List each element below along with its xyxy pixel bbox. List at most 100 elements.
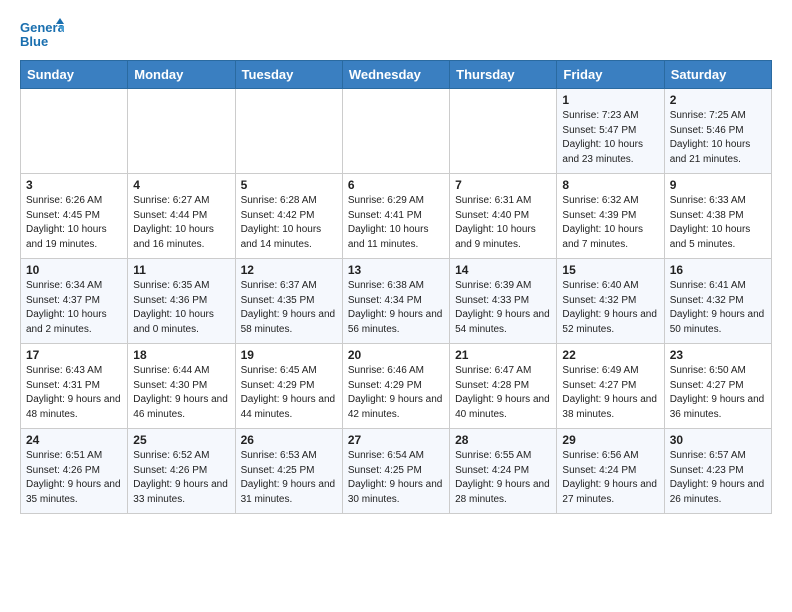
day-number: 17 <box>26 348 122 362</box>
day-number: 20 <box>348 348 444 362</box>
day-cell: 11 Sunrise: 6:35 AM Sunset: 4:36 PM Dayli… <box>128 259 235 344</box>
day-info: Sunrise: 6:31 AM Sunset: 4:40 PM Dayligh… <box>455 194 551 252</box>
day-number: 25 <box>133 433 229 447</box>
day-cell: 17 Sunrise: 6:43 AM Sunset: 4:31 PM Dayli… <box>21 344 128 429</box>
day-number: 24 <box>26 433 122 447</box>
day-number: 30 <box>670 433 766 447</box>
day-number: 15 <box>562 263 658 277</box>
day-number: 14 <box>455 263 551 277</box>
day-number: 5 <box>241 178 337 192</box>
day-number: 6 <box>348 178 444 192</box>
day-cell: 14 Sunrise: 6:39 AM Sunset: 4:33 PM Dayli… <box>450 259 557 344</box>
day-info: Sunrise: 6:37 AM Sunset: 4:35 PM Dayligh… <box>241 279 337 337</box>
day-info: Sunrise: 6:53 AM Sunset: 4:25 PM Dayligh… <box>241 449 337 507</box>
day-cell: 18 Sunrise: 6:44 AM Sunset: 4:30 PM Dayli… <box>128 344 235 429</box>
day-cell <box>342 89 449 174</box>
day-info: Sunrise: 6:56 AM Sunset: 4:24 PM Dayligh… <box>562 449 658 507</box>
day-cell: 15 Sunrise: 6:40 AM Sunset: 4:32 PM Dayli… <box>557 259 664 344</box>
day-cell: 12 Sunrise: 6:37 AM Sunset: 4:35 PM Dayli… <box>235 259 342 344</box>
day-cell <box>235 89 342 174</box>
day-cell: 1 Sunrise: 7:23 AM Sunset: 5:47 PM Daylig… <box>557 89 664 174</box>
day-number: 7 <box>455 178 551 192</box>
weekday-header-wednesday: Wednesday <box>342 61 449 89</box>
day-info: Sunrise: 6:52 AM Sunset: 4:26 PM Dayligh… <box>133 449 229 507</box>
week-row-2: 3 Sunrise: 6:26 AM Sunset: 4:45 PM Daylig… <box>21 174 772 259</box>
weekday-header-thursday: Thursday <box>450 61 557 89</box>
day-cell <box>450 89 557 174</box>
logo-icon: General Blue <box>20 16 64 52</box>
day-number: 12 <box>241 263 337 277</box>
day-number: 23 <box>670 348 766 362</box>
calendar-table: SundayMondayTuesdayWednesdayThursdayFrid… <box>20 60 772 514</box>
day-cell: 20 Sunrise: 6:46 AM Sunset: 4:29 PM Dayli… <box>342 344 449 429</box>
day-info: Sunrise: 6:54 AM Sunset: 4:25 PM Dayligh… <box>348 449 444 507</box>
day-cell: 19 Sunrise: 6:45 AM Sunset: 4:29 PM Dayli… <box>235 344 342 429</box>
day-cell: 23 Sunrise: 6:50 AM Sunset: 4:27 PM Dayli… <box>664 344 771 429</box>
day-info: Sunrise: 6:27 AM Sunset: 4:44 PM Dayligh… <box>133 194 229 252</box>
day-info: Sunrise: 6:39 AM Sunset: 4:33 PM Dayligh… <box>455 279 551 337</box>
day-cell: 27 Sunrise: 6:54 AM Sunset: 4:25 PM Dayli… <box>342 429 449 514</box>
day-number: 18 <box>133 348 229 362</box>
day-info: Sunrise: 6:57 AM Sunset: 4:23 PM Dayligh… <box>670 449 766 507</box>
day-cell: 13Sunrise: 6:38 AM Sunset: 4:34 PM Dayli… <box>342 259 449 344</box>
week-row-1: 1 Sunrise: 7:23 AM Sunset: 5:47 PM Daylig… <box>21 89 772 174</box>
day-cell: 28 Sunrise: 6:55 AM Sunset: 4:24 PM Dayli… <box>450 429 557 514</box>
week-row-3: 10Sunrise: 6:34 AM Sunset: 4:37 PM Dayli… <box>21 259 772 344</box>
day-cell: 30 Sunrise: 6:57 AM Sunset: 4:23 PM Dayli… <box>664 429 771 514</box>
day-info: Sunrise: 6:44 AM Sunset: 4:30 PM Dayligh… <box>133 364 229 422</box>
day-number: 21 <box>455 348 551 362</box>
day-info: Sunrise: 6:50 AM Sunset: 4:27 PM Dayligh… <box>670 364 766 422</box>
day-cell: 16Sunrise: 6:41 AM Sunset: 4:32 PM Dayli… <box>664 259 771 344</box>
weekday-header-tuesday: Tuesday <box>235 61 342 89</box>
day-info: Sunrise: 6:45 AM Sunset: 4:29 PM Dayligh… <box>241 364 337 422</box>
day-info: Sunrise: 6:51 AM Sunset: 4:26 PM Dayligh… <box>26 449 122 507</box>
day-cell: 8 Sunrise: 6:32 AM Sunset: 4:39 PM Daylig… <box>557 174 664 259</box>
day-cell: 6 Sunrise: 6:29 AM Sunset: 4:41 PM Daylig… <box>342 174 449 259</box>
day-info: Sunrise: 6:38 AM Sunset: 4:34 PM Dayligh… <box>348 279 444 337</box>
day-cell: 7 Sunrise: 6:31 AM Sunset: 4:40 PM Daylig… <box>450 174 557 259</box>
weekday-header-sunday: Sunday <box>21 61 128 89</box>
day-number: 26 <box>241 433 337 447</box>
day-cell <box>128 89 235 174</box>
day-number: 4 <box>133 178 229 192</box>
day-number: 28 <box>455 433 551 447</box>
day-info: Sunrise: 6:49 AM Sunset: 4:27 PM Dayligh… <box>562 364 658 422</box>
day-number: 19 <box>241 348 337 362</box>
day-number: 27 <box>348 433 444 447</box>
weekday-header-friday: Friday <box>557 61 664 89</box>
day-info: Sunrise: 6:26 AM Sunset: 4:45 PM Dayligh… <box>26 194 122 252</box>
day-number: 22 <box>562 348 658 362</box>
day-number: 1 <box>562 93 658 107</box>
day-cell: 10Sunrise: 6:34 AM Sunset: 4:37 PM Dayli… <box>21 259 128 344</box>
svg-text:Blue: Blue <box>20 34 48 49</box>
day-number: 9 <box>670 178 766 192</box>
day-info: Sunrise: 7:25 AM Sunset: 5:46 PM Dayligh… <box>670 109 766 167</box>
day-info: Sunrise: 7:23 AM Sunset: 5:47 PM Dayligh… <box>562 109 658 167</box>
day-info: Sunrise: 6:47 AM Sunset: 4:28 PM Dayligh… <box>455 364 551 422</box>
day-number: 8 <box>562 178 658 192</box>
day-info: Sunrise: 6:29 AM Sunset: 4:41 PM Dayligh… <box>348 194 444 252</box>
day-cell: 9 Sunrise: 6:33 AM Sunset: 4:38 PM Daylig… <box>664 174 771 259</box>
day-info: Sunrise: 6:33 AM Sunset: 4:38 PM Dayligh… <box>670 194 766 252</box>
day-info: Sunrise: 6:40 AM Sunset: 4:32 PM Dayligh… <box>562 279 658 337</box>
day-info: Sunrise: 6:41 AM Sunset: 4:32 PM Dayligh… <box>670 279 766 337</box>
day-cell <box>21 89 128 174</box>
day-cell: 3 Sunrise: 6:26 AM Sunset: 4:45 PM Daylig… <box>21 174 128 259</box>
day-info: Sunrise: 6:35 AM Sunset: 4:36 PM Dayligh… <box>133 279 229 337</box>
day-info: Sunrise: 6:32 AM Sunset: 4:39 PM Dayligh… <box>562 194 658 252</box>
weekday-header-monday: Monday <box>128 61 235 89</box>
day-cell: 25 Sunrise: 6:52 AM Sunset: 4:26 PM Dayli… <box>128 429 235 514</box>
day-cell: 4 Sunrise: 6:27 AM Sunset: 4:44 PM Daylig… <box>128 174 235 259</box>
day-cell: 22 Sunrise: 6:49 AM Sunset: 4:27 PM Dayli… <box>557 344 664 429</box>
day-info: Sunrise: 6:28 AM Sunset: 4:42 PM Dayligh… <box>241 194 337 252</box>
day-cell: 21 Sunrise: 6:47 AM Sunset: 4:28 PM Dayli… <box>450 344 557 429</box>
day-number: 3 <box>26 178 122 192</box>
weekday-header-row: SundayMondayTuesdayWednesdayThursdayFrid… <box>21 61 772 89</box>
day-info: Sunrise: 6:43 AM Sunset: 4:31 PM Dayligh… <box>26 364 122 422</box>
day-info: Sunrise: 6:55 AM Sunset: 4:24 PM Dayligh… <box>455 449 551 507</box>
day-number: 10 <box>26 263 122 277</box>
day-cell: 29Sunrise: 6:56 AM Sunset: 4:24 PM Dayli… <box>557 429 664 514</box>
day-info: Sunrise: 6:46 AM Sunset: 4:29 PM Dayligh… <box>348 364 444 422</box>
page-header: General Blue <box>20 16 772 52</box>
day-number: 11 <box>133 263 229 277</box>
